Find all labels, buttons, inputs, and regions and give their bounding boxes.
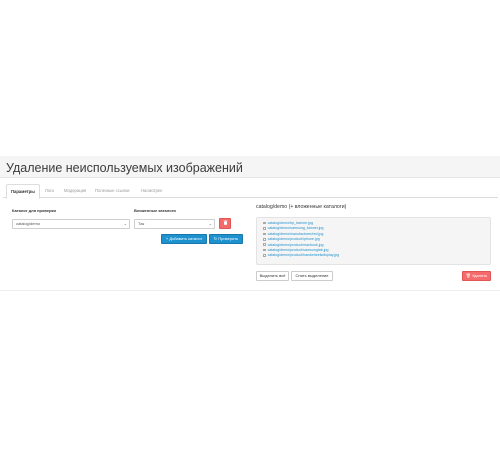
panel-header: Удаление неиспользуемых изображений (0, 156, 500, 178)
checkbox[interactable] (263, 232, 266, 236)
file-list: catalog/demo/hp_banner.jpg catalog/demo/… (263, 221, 339, 259)
checkbox[interactable] (263, 254, 266, 257)
catalog-select-value: catalog/demo (16, 221, 41, 226)
trash-icon: 🗑︎ (465, 273, 471, 278)
nested-select-value: Так (138, 221, 145, 226)
clear-selection-button[interactable]: Снять выделение (291, 271, 333, 281)
chevron-down-icon: ⌄ (123, 221, 127, 226)
add-catalog-button[interactable]: + Добавить каталог (161, 234, 207, 244)
file-list-box: catalog/demo/hp_banner.jpg catalog/demo/… (256, 217, 491, 265)
delete-button[interactable]: 🗑︎ Удалить (462, 271, 491, 281)
checkbox[interactable] (263, 227, 266, 230)
tab-moderation[interactable]: Модерация (60, 184, 90, 198)
select-all-button[interactable]: Выделить всё (256, 271, 289, 281)
refresh-icon: ↻ (213, 236, 218, 241)
nested-select[interactable]: Так ⌄ (134, 219, 215, 229)
checkbox[interactable] (263, 243, 266, 246)
chevron-down-icon: ⌄ (208, 221, 212, 226)
tab-log[interactable]: Лога (41, 184, 58, 198)
checkbox[interactable] (263, 221, 266, 225)
remove-catalog-button[interactable] (219, 218, 231, 229)
check-label: Проверить (218, 236, 239, 241)
catalog-label: Каталог для проверки (12, 208, 56, 213)
divider (0, 290, 500, 291)
trash-icon (223, 220, 227, 226)
tab-bar: Параметры Лога Модерация Полезные ссылки… (3, 184, 498, 199)
delete-label: Удалить (471, 273, 488, 278)
checkbox[interactable] (263, 248, 266, 252)
tab-useful-links[interactable]: Полезные ссылки (91, 184, 133, 198)
catalog-select[interactable]: catalog/demo ⌄ (12, 219, 130, 229)
tab-parameters[interactable]: Параметры (6, 184, 40, 199)
tab-settings[interactable]: Насмотрее (137, 184, 166, 198)
nested-label: Вложенные каталоги (134, 208, 176, 213)
checkbox[interactable] (263, 237, 266, 241)
add-catalog-label: Добавить каталог (169, 236, 203, 241)
check-button[interactable]: ↻ Проверить (209, 234, 243, 244)
results-title: catalog/demo (+ вложенные каталоги) (256, 204, 347, 210)
plus-icon: + (165, 236, 169, 241)
list-item[interactable]: catalog/demo/product/handwheelsdisplay.j… (263, 253, 339, 258)
page-title: Удаление неиспользуемых изображений (6, 161, 243, 175)
